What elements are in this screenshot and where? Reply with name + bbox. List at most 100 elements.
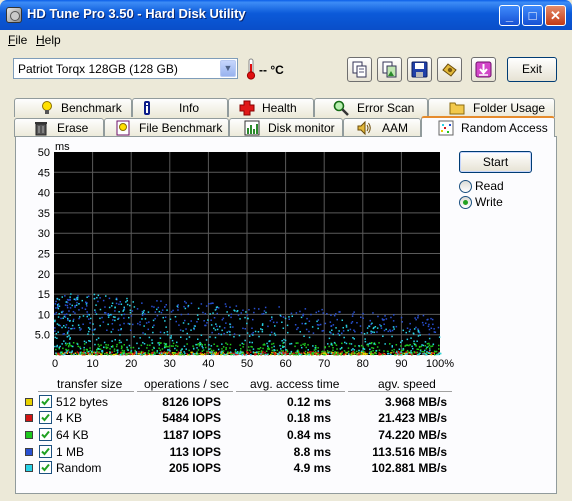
- download-button[interactable]: [471, 57, 496, 82]
- scatter-point: [298, 353, 301, 355]
- read-radio[interactable]: [459, 180, 472, 193]
- title-bar[interactable]: HD Tune Pro 3.50 - Hard Disk Utility _ □…: [0, 0, 572, 30]
- y-tick-label: 10: [38, 309, 50, 321]
- scatter-point: [209, 351, 211, 353]
- scatter-point: [161, 309, 164, 311]
- series-checkbox[interactable]: [39, 445, 52, 458]
- menu-help[interactable]: Help: [36, 33, 61, 47]
- scatter-point: [99, 297, 101, 299]
- tab-disk-monitor[interactable]: Disk monitor: [229, 118, 343, 137]
- series-checkbox[interactable]: [39, 395, 52, 408]
- tab-error-scan[interactable]: Error Scan: [314, 98, 428, 117]
- close-button[interactable]: ✕: [545, 5, 566, 26]
- scatter-point: [97, 294, 100, 297]
- scatter-point: [308, 336, 311, 339]
- tab-info[interactable]: Info: [132, 98, 228, 117]
- scatter-point: [264, 351, 266, 354]
- scatter-point: [271, 316, 273, 318]
- scatter-point: [231, 353, 234, 356]
- tab-file-benchmark[interactable]: File Benchmark: [104, 118, 229, 137]
- save-button[interactable]: [407, 57, 432, 82]
- scatter-point: [242, 327, 244, 330]
- scatter-point: [423, 351, 425, 353]
- scatter-point: [312, 332, 315, 334]
- scatter-point: [133, 336, 135, 338]
- copy-info-button[interactable]: [347, 57, 372, 82]
- chevron-down-icon[interactable]: ▼: [220, 60, 236, 77]
- scatter-point: [114, 339, 116, 341]
- scatter-point: [422, 353, 424, 355]
- scatter-point: [174, 316, 177, 318]
- scatter-point: [397, 353, 399, 355]
- write-radio[interactable]: [459, 196, 472, 209]
- scatter-point: [387, 330, 389, 333]
- maximize-button[interactable]: □: [522, 5, 543, 26]
- scatter-point: [308, 320, 311, 322]
- scatter-point: [54, 345, 56, 348]
- scatter-point: [330, 314, 332, 316]
- scatter-point: [169, 337, 172, 339]
- tab-random-access[interactable]: Random Access: [421, 116, 555, 137]
- scatter-point: [271, 343, 273, 345]
- scatter-point: [214, 336, 217, 339]
- scatter-point: [68, 335, 70, 337]
- scatter-point: [337, 332, 339, 335]
- copy-screenshot-button[interactable]: [377, 57, 402, 82]
- series-checkbox[interactable]: [39, 461, 52, 474]
- scatter-point: [184, 307, 187, 310]
- tab-aam[interactable]: AAM: [343, 118, 421, 137]
- scatter-point: [140, 350, 143, 353]
- scatter-point: [337, 351, 339, 354]
- scatter-point: [148, 321, 150, 323]
- scatter-point: [87, 295, 90, 298]
- scatter-point: [88, 314, 90, 316]
- scatter-point: [317, 353, 320, 355]
- scatter-point: [344, 341, 346, 344]
- scatter-point: [276, 349, 278, 352]
- menu-file[interactable]: File: [8, 33, 27, 47]
- scatter-point: [142, 311, 145, 314]
- scatter-point: [72, 342, 75, 344]
- scatter-point: [63, 315, 66, 318]
- series-checkbox[interactable]: [39, 411, 52, 424]
- scatter-point: [299, 310, 301, 313]
- scatter-point: [419, 352, 421, 354]
- scatter-point: [120, 328, 122, 330]
- scatter-point: [330, 325, 333, 327]
- scatter-point: [383, 323, 385, 325]
- scatter-point: [64, 342, 67, 344]
- scatter-point: [283, 341, 285, 344]
- minimize-button[interactable]: _: [499, 5, 520, 26]
- scatter-point: [197, 338, 199, 340]
- scatter-point: [308, 354, 310, 356]
- scatter-point: [82, 352, 84, 355]
- scatter-point: [112, 316, 115, 318]
- scatter-point: [77, 352, 80, 354]
- scatter-point: [239, 318, 241, 320]
- scatter-point: [204, 343, 206, 346]
- drive-select[interactable]: Patriot Torqx 128GB (128 GB) ▼: [13, 58, 238, 79]
- scatter-point: [233, 336, 235, 338]
- scatter-point: [226, 353, 228, 356]
- scatter-point: [271, 318, 273, 320]
- tab-erase[interactable]: Erase: [14, 118, 104, 137]
- tab-benchmark[interactable]: Benchmark: [14, 98, 132, 117]
- scatter-point: [274, 353, 276, 356]
- scatter-point: [119, 301, 121, 303]
- series-checkbox[interactable]: [39, 428, 52, 441]
- scatter-point: [409, 328, 411, 331]
- options-button[interactable]: [437, 57, 462, 82]
- tab-folder-usage[interactable]: Folder Usage: [428, 98, 555, 117]
- tab-health[interactable]: Health: [228, 98, 314, 117]
- scatter-point: [121, 346, 123, 348]
- scatter-point: [265, 350, 268, 352]
- scatter-point: [77, 295, 79, 297]
- scatter-point: [79, 351, 82, 354]
- exit-button[interactable]: Exit: [507, 57, 557, 82]
- start-button[interactable]: Start: [459, 151, 532, 173]
- scatter-point: [261, 313, 263, 315]
- scatter-point: [374, 326, 377, 328]
- y-tick-label: 40: [38, 188, 50, 200]
- scatter-point: [195, 343, 197, 346]
- speaker-icon: [357, 120, 371, 136]
